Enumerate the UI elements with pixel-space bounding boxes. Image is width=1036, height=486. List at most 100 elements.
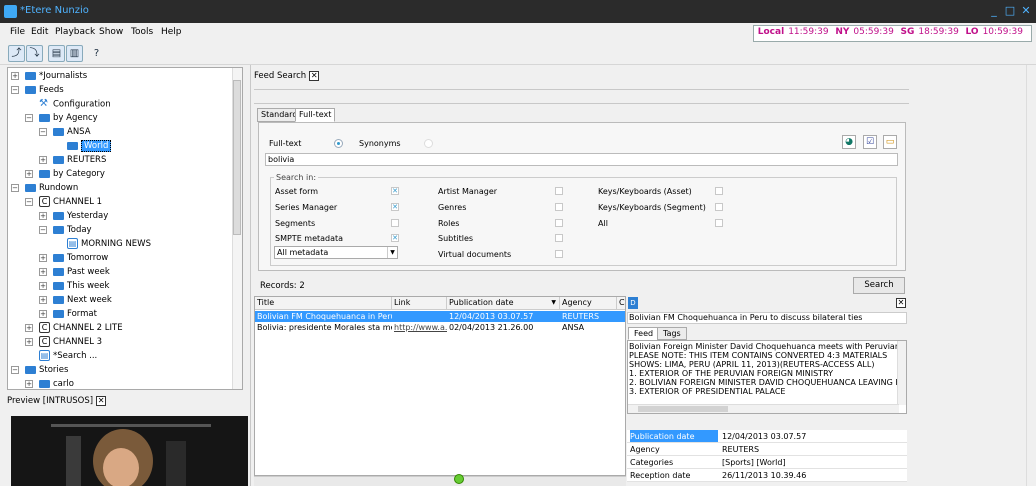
keys-asset-checkbox[interactable] — [715, 187, 723, 195]
connect-icon[interactable]: ⤴ — [8, 45, 25, 62]
expander-plus-icon[interactable]: + — [25, 338, 33, 346]
expander-plus-icon[interactable]: + — [25, 324, 33, 332]
tree-scrollbar[interactable] — [232, 68, 242, 389]
tree-node-channel-2-lite[interactable]: C CHANNEL 2 LITE — [39, 321, 123, 335]
metadata-select[interactable]: All metadata ▼ — [274, 246, 398, 259]
column-header-publication-date[interactable]: Publication date ▼ — [447, 297, 560, 310]
expander-minus-icon[interactable]: − — [11, 86, 19, 94]
expander-plus-icon[interactable]: + — [25, 170, 33, 178]
tree-node-feeds[interactable]: Feeds — [25, 83, 64, 97]
disconnect-icon[interactable]: ⤵ — [26, 45, 43, 62]
maximize-button[interactable]: □ — [1002, 3, 1018, 19]
smpte-metadata-checkbox[interactable]: ✕ — [391, 234, 399, 242]
search-button[interactable]: Search — [853, 277, 905, 294]
menu-show[interactable]: Show — [99, 27, 123, 37]
tree-node-yesterday[interactable]: Yesterday — [53, 209, 108, 223]
tree-node-format[interactable]: Format — [53, 307, 97, 321]
menu-help[interactable]: Help — [161, 27, 182, 37]
tree-node-channel-3[interactable]: C CHANNEL 3 — [39, 335, 102, 349]
close-icon[interactable]: ✕ — [896, 298, 906, 308]
expander-minus-icon[interactable]: − — [25, 198, 33, 206]
expander-plus-icon[interactable]: + — [39, 212, 47, 220]
asset-form-checkbox[interactable]: ✕ — [391, 187, 399, 195]
tree-node-tomorrow[interactable]: Tomorrow — [53, 251, 108, 265]
menu-tools[interactable]: Tools — [131, 27, 153, 37]
close-icon[interactable]: ✕ — [309, 71, 320, 81]
table-row[interactable]: Bolivia: presidente Morales sta meglio h… — [255, 322, 625, 333]
expander-plus-icon[interactable]: + — [39, 282, 47, 290]
menu-playback[interactable]: Playback — [55, 27, 95, 37]
expander-plus-icon[interactable]: + — [39, 296, 47, 304]
expander-plus-icon[interactable]: + — [39, 156, 47, 164]
tree-scroll-thumb[interactable] — [233, 80, 241, 235]
column-header-agency[interactable]: Agency — [560, 297, 617, 310]
series-manager-checkbox[interactable]: ✕ — [391, 203, 399, 211]
expander-minus-icon[interactable]: − — [39, 226, 47, 234]
virtual-documents-checkbox[interactable] — [555, 250, 563, 258]
roles-checkbox[interactable] — [555, 219, 563, 227]
checklist-icon[interactable]: ☑ — [863, 135, 877, 149]
window-icon[interactable]: ▤ — [48, 45, 65, 62]
tree-node-search[interactable]: ▤ *Search ... — [39, 349, 97, 363]
tree-node-channel-1[interactable]: C CHANNEL 1 — [39, 195, 102, 209]
query-input[interactable]: bolivia — [265, 153, 898, 166]
expander-minus-icon[interactable]: − — [11, 366, 19, 374]
cell-link[interactable]: http://www.a... — [392, 322, 447, 333]
tab-tags[interactable]: Tags — [657, 327, 687, 340]
minimize-button[interactable]: _ — [986, 3, 1002, 19]
column-header-title[interactable]: Title — [255, 297, 392, 310]
tree-node-by-category[interactable]: by Category — [39, 167, 105, 181]
all-checkbox[interactable] — [715, 219, 723, 227]
tree-node-next-week[interactable]: Next week — [53, 293, 112, 307]
body-hscroll-thumb[interactable] — [638, 406, 728, 412]
tree-node-reuters[interactable]: REUTERS — [53, 153, 106, 167]
tree-node-rundown[interactable]: Rundown — [25, 181, 78, 195]
close-button[interactable]: ✕ — [1018, 3, 1034, 19]
feed-body-text[interactable]: Bolivian Foreign Minister David Choquehu… — [627, 340, 907, 414]
artist-manager-checkbox[interactable] — [555, 187, 563, 195]
tab-feed[interactable]: Feed — [628, 327, 660, 340]
full-text-radio[interactable] — [334, 139, 343, 148]
tree-node-this-week[interactable]: This week — [53, 279, 109, 293]
table-row[interactable]: Bolivian FM Choquehuanca in Peru to... 1… — [255, 311, 625, 322]
close-icon[interactable]: ✕ — [96, 396, 107, 406]
subtitles-checkbox[interactable] — [555, 234, 563, 242]
synonyms-radio[interactable] — [424, 139, 433, 148]
folder-open-icon[interactable]: ▭ — [883, 135, 897, 149]
tree-node-carlo[interactable]: carlo — [39, 377, 74, 389]
help-pointer-icon[interactable]: ? — [88, 45, 105, 62]
main-vscrollbar[interactable] — [1026, 65, 1036, 486]
tree-node-stories[interactable]: Stories — [25, 363, 68, 377]
body-hscrollbar[interactable] — [628, 404, 899, 413]
expander-plus-icon[interactable]: + — [39, 254, 47, 262]
keys-segment-checkbox[interactable] — [715, 203, 723, 211]
tree-node-ansa[interactable]: ANSA — [53, 125, 91, 139]
column-header-c[interactable]: C — [617, 297, 625, 310]
globe-icon[interactable]: ◕ — [842, 135, 856, 149]
tree-node-past-week[interactable]: Past week — [53, 265, 110, 279]
tree-node-morning-news[interactable]: ▤ MORNING NEWS — [67, 237, 151, 251]
menu-file[interactable]: File — [10, 27, 25, 37]
tree-node-configuration[interactable]: ⚒ Configuration — [39, 97, 111, 111]
tab-full-text[interactable]: Full-text — [295, 108, 336, 122]
tree-node-today[interactable]: Today — [53, 223, 92, 237]
expander-plus-icon[interactable]: + — [25, 380, 33, 388]
segments-checkbox[interactable] — [391, 219, 399, 227]
preview-tab[interactable]: Preview [INTRUSOS] ✕ — [7, 396, 243, 410]
splitter-handle[interactable] — [454, 474, 464, 484]
column-header-link[interactable]: Link — [392, 297, 447, 310]
tree-node-by-agency[interactable]: by Agency — [39, 111, 98, 125]
tree-node-world[interactable]: World — [67, 139, 112, 153]
expander-minus-icon[interactable]: − — [25, 114, 33, 122]
body-vscrollbar[interactable] — [897, 341, 906, 405]
grid-hscrollbar[interactable] — [254, 474, 626, 486]
expander-minus-icon[interactable]: − — [39, 128, 47, 136]
menu-edit[interactable]: Edit — [31, 27, 48, 37]
expander-minus-icon[interactable]: − — [11, 184, 19, 192]
expander-plus-icon[interactable]: + — [39, 310, 47, 318]
genres-checkbox[interactable] — [555, 203, 563, 211]
layout-icon[interactable]: ▥ — [66, 45, 83, 62]
tree-node-journalists[interactable]: *Journalists — [25, 69, 87, 83]
expander-plus-icon[interactable]: + — [11, 72, 19, 80]
feed-search-tab[interactable]: Feed Search ✕ — [254, 71, 320, 86]
